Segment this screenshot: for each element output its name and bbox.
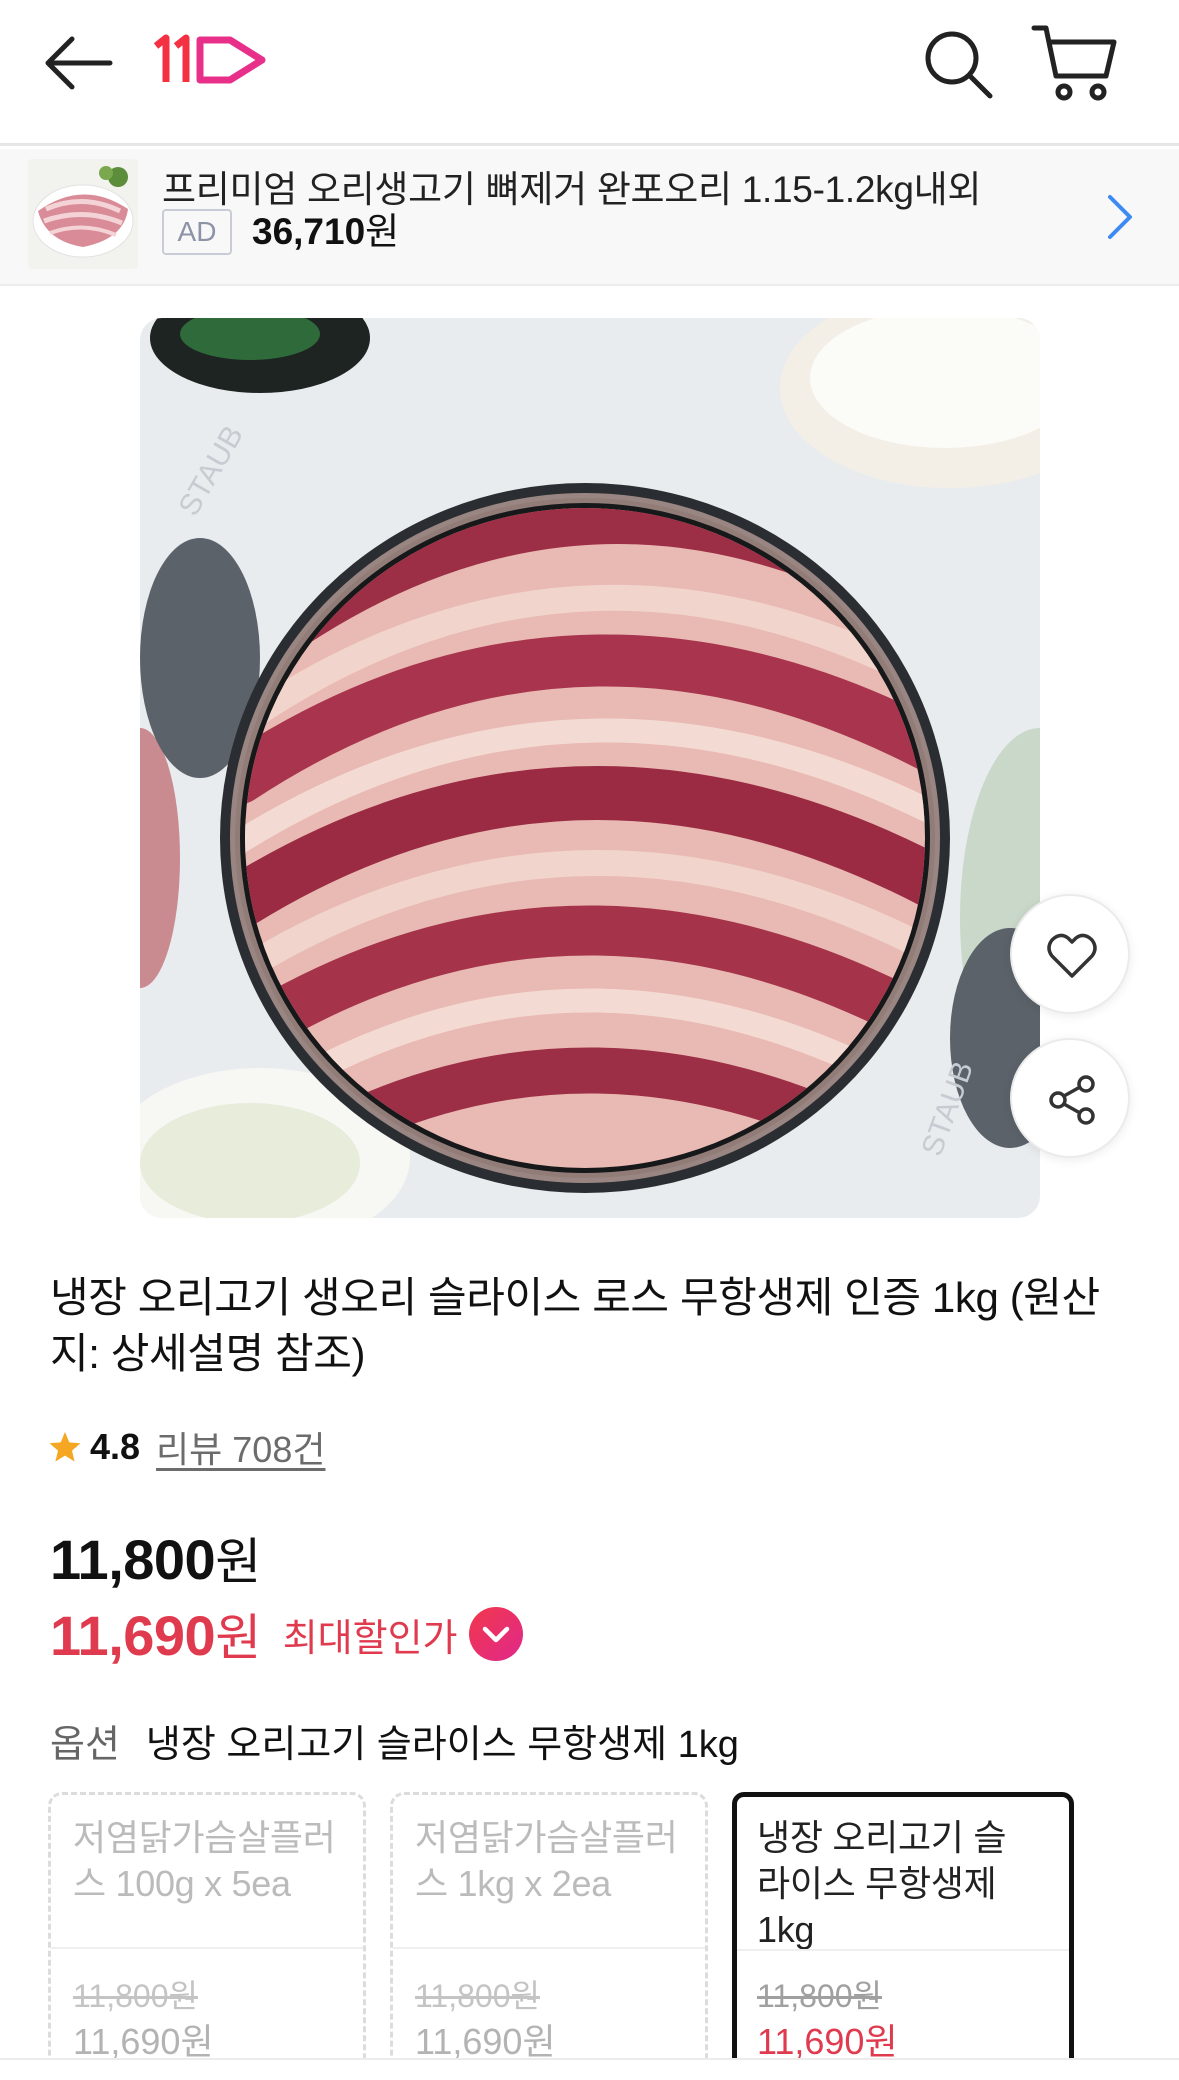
top-navigation-bar	[0, 0, 1179, 146]
ad-banner[interactable]: 프리미엄 오리생고기 뼈제거 완포오리 1.15-1.2kg내외 AD 36,7…	[0, 149, 1179, 286]
share-button[interactable]	[1010, 1038, 1130, 1158]
option-card[interactable]: 저염닭가슴살플러스 100g x 5ea 11,800원 11,690원	[48, 1792, 366, 2080]
search-icon[interactable]	[918, 24, 998, 104]
option-card-name: 저염닭가슴살플러스 1kg x 2ea	[415, 1817, 678, 1904]
option-card-name: 저염닭가슴살플러스 100g x 5ea	[73, 1817, 336, 1904]
original-price-unit: 원	[215, 1534, 261, 1590]
ad-price-unit: 원	[365, 211, 400, 252]
option-card-original-price: 11,800원	[415, 1978, 540, 2014]
11st-logo[interactable]	[152, 30, 272, 90]
reviews-link[interactable]: 리뷰 708건	[156, 1421, 325, 1473]
option-row: 옵션 냉장 오리고기 슬라이스 무항생제 1kg	[50, 1712, 739, 1768]
product-title: 냉장 오리고기 생오리 슬라이스 로스 무항생제 인증 1kg (원산지: 상세…	[50, 1274, 1100, 1377]
option-card-original-price: 11,800원	[73, 1978, 198, 2014]
option-card-divider	[51, 1947, 363, 1949]
option-selected-value: 냉장 오리고기 슬라이스 무항생제 1kg	[145, 1723, 739, 1766]
original-price: 11,800원	[50, 1522, 261, 1594]
max-discount-label[interactable]: 최대할인가	[283, 1607, 458, 1662]
rating-score: 4.8	[90, 1426, 141, 1467]
heart-icon	[1047, 933, 1097, 978]
sale-price-unit: 원	[215, 1610, 261, 1666]
option-card[interactable]: 저염닭가슴살플러스 1kg x 2ea 11,800원 11,690원	[390, 1792, 708, 2080]
product-image[interactable]: STAUB STAUB	[140, 318, 1040, 1218]
option-card-original-price: 11,800원	[757, 1978, 882, 2014]
ad-price-number: 36,710	[252, 211, 366, 252]
sale-price-row: 11,690원 최대할인가	[50, 1600, 524, 1668]
ad-title[interactable]: 프리미엄 오리생고기 뼈제거 완포오리 1.15-1.2kg내외	[162, 159, 981, 213]
original-price-number: 11,800	[50, 1528, 216, 1591]
cart-icon[interactable]	[1030, 22, 1120, 104]
share-icon	[1049, 1075, 1095, 1125]
bottom-bar	[0, 2058, 1179, 2080]
ad-thumbnail-image	[28, 159, 138, 269]
chevron-down-icon[interactable]	[468, 1606, 524, 1662]
option-card-divider	[393, 1947, 705, 1949]
star-icon	[49, 1432, 81, 1462]
like-button[interactable]	[1010, 894, 1130, 1014]
option-label: 옵션	[50, 1723, 120, 1766]
ad-price: 36,710원	[252, 209, 399, 255]
option-card-divider	[737, 1949, 1069, 1951]
option-card-name: 냉장 오리고기 슬라이스 무항생제 1kg	[757, 1817, 1007, 1950]
sale-price-number: 11,690	[50, 1604, 216, 1667]
chevron-right-icon[interactable]	[1100, 189, 1140, 245]
sale-price: 11,690원	[50, 1598, 261, 1670]
rating-row: 4.8 리뷰 708건	[48, 1422, 325, 1472]
ad-badge: AD	[162, 209, 232, 255]
option-card-selected[interactable]: 냉장 오리고기 슬라이스 무항생제 1kg 11,800원 11,690원	[732, 1792, 1074, 2080]
arrow-left-icon[interactable]	[38, 28, 118, 98]
